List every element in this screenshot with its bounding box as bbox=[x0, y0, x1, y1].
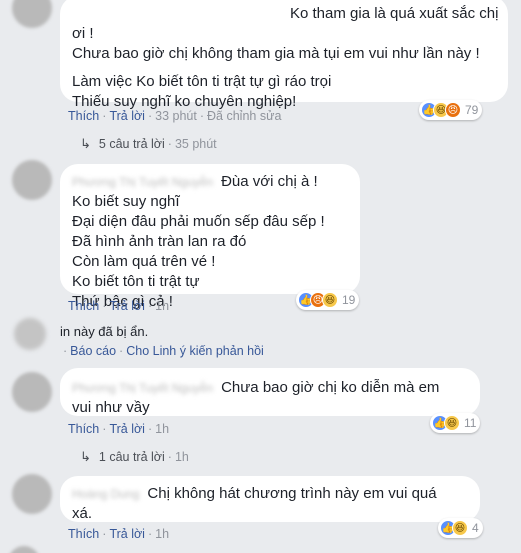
comment-actions: Thích · Trả lời · 1h bbox=[68, 527, 170, 541]
comment-author[interactable]: Phương Thị Tuyết Nguyễn bbox=[72, 172, 213, 192]
haha-icon: 😆 bbox=[452, 520, 468, 536]
reactions-summary[interactable]: 👍 😆 4 bbox=[438, 518, 483, 538]
comment-text: Chưa bao giờ chị ko diễn mà em bbox=[221, 379, 440, 396]
hidden-comment-actions: · Báo cáo · Cho Linh ý kiến phản hồi bbox=[63, 344, 264, 358]
avatar[interactable] bbox=[12, 474, 52, 514]
comment-text: vui như vầy bbox=[72, 399, 150, 416]
like-link[interactable]: Thích bbox=[68, 527, 99, 541]
comment-author[interactable]: Phương Thị Tuyết Nguyễn bbox=[72, 378, 213, 398]
comment-actions: Thích · Trả lời · 1h bbox=[68, 299, 170, 313]
comment-bubble: Phương Thị Tuyết Nguyễn Đùa với chị à ! K… bbox=[60, 164, 360, 310]
replies-label[interactable]: 1 câu trả lời bbox=[99, 450, 165, 464]
comment-text: Chị không hát chương trình này em vui qu… bbox=[147, 485, 437, 502]
reactions-summary[interactable]: 👍 😆 😠 79 bbox=[419, 100, 483, 120]
feedback-link[interactable]: Cho Linh ý kiến phản hồi bbox=[126, 344, 264, 358]
reply-link[interactable]: Trả lời bbox=[109, 109, 145, 123]
reaction-count: 79 bbox=[465, 103, 479, 117]
comment-text: Đã hình ảnh tràn lan ra đó bbox=[72, 233, 247, 250]
comment-bubble: Ko tham gia là quá xuất sắc chị ơi ! Chư… bbox=[60, 0, 508, 110]
avatar bbox=[8, 546, 40, 553]
timestamp[interactable]: 1h bbox=[155, 422, 169, 436]
comment-actions: Thích · Trả lời · 33 phút · Đã chỉnh sửa bbox=[68, 109, 282, 123]
reply-link[interactable]: Trả lời bbox=[109, 527, 145, 541]
edited-label[interactable]: Đã chỉnh sửa bbox=[207, 109, 281, 123]
reply-link[interactable]: Trả lời bbox=[109, 422, 145, 436]
like-link[interactable]: Thích bbox=[68, 299, 99, 313]
avatar[interactable] bbox=[12, 160, 52, 200]
comment-text: Còn làm quá trên vé ! bbox=[72, 253, 216, 270]
reaction-count: 19 bbox=[342, 293, 356, 307]
reaction-count: 11 bbox=[464, 416, 477, 430]
timestamp[interactable]: 1h bbox=[155, 299, 169, 313]
comment-text: xá. bbox=[72, 505, 93, 522]
view-replies[interactable]: ↳ 5 câu trả lời · 35 phút bbox=[80, 136, 217, 152]
reply-link[interactable]: Trả lời bbox=[109, 299, 145, 313]
comment-author[interactable]: Hoàng Dung bbox=[72, 484, 139, 504]
avatar[interactable] bbox=[12, 372, 52, 412]
angry-icon: 😠 bbox=[445, 102, 461, 118]
timestamp[interactable]: 1h bbox=[155, 527, 169, 541]
comment-text: Đại diện đâu phải muốn sếp đâu sếp ! bbox=[72, 213, 325, 230]
haha-icon: 😆 bbox=[444, 415, 460, 431]
reaction-count: 4 bbox=[472, 521, 479, 535]
replies-time: 1h bbox=[174, 450, 189, 464]
comment-text: Chưa bao giờ chị không tham gia mà tụi e… bbox=[72, 45, 480, 62]
comment-bubble: Phương Thị Tuyết Nguyễn Chưa bao giờ chị … bbox=[60, 368, 480, 416]
haha-icon: 😆 bbox=[322, 292, 338, 308]
comment-bubble: Hoàng Dung Chị không hát chương trình này… bbox=[60, 476, 480, 522]
avatar bbox=[14, 318, 46, 350]
report-link[interactable]: Báo cáo bbox=[70, 344, 116, 358]
comment-text: Ko biết tôn ti trật tự bbox=[72, 273, 200, 290]
comment-text: Làm việc Ko biết tôn ti trật tự gì ráo t… bbox=[72, 73, 332, 90]
reactions-summary[interactable]: 👍 😠 😆 19 bbox=[296, 290, 360, 310]
comment-actions: Thích · Trả lời · 1h bbox=[68, 422, 170, 436]
comment-text: Đùa với chị à ! bbox=[221, 173, 318, 190]
comment-text: ơi ! bbox=[72, 25, 94, 42]
reply-arrow-icon: ↳ bbox=[80, 136, 91, 151]
replies-label[interactable]: 5 câu trả lời bbox=[99, 137, 165, 151]
like-link[interactable]: Thích bbox=[68, 109, 99, 123]
like-link[interactable]: Thích bbox=[68, 422, 99, 436]
reactions-summary[interactable]: 👍 😆 11 bbox=[430, 413, 481, 433]
timestamp[interactable]: 33 phút bbox=[155, 109, 197, 123]
view-replies[interactable]: ↳ 1 câu trả lời · 1h bbox=[80, 449, 189, 465]
hidden-comment-notice: in này đã bị ẩn. bbox=[60, 324, 149, 339]
comment-text: Ko biết suy nghĩ bbox=[72, 193, 180, 210]
avatar[interactable] bbox=[12, 0, 52, 28]
reply-arrow-icon: ↳ bbox=[80, 449, 91, 464]
replies-time: 35 phút bbox=[174, 137, 217, 151]
comment-text: Ko tham gia là quá xuất sắc chị bbox=[290, 5, 499, 22]
